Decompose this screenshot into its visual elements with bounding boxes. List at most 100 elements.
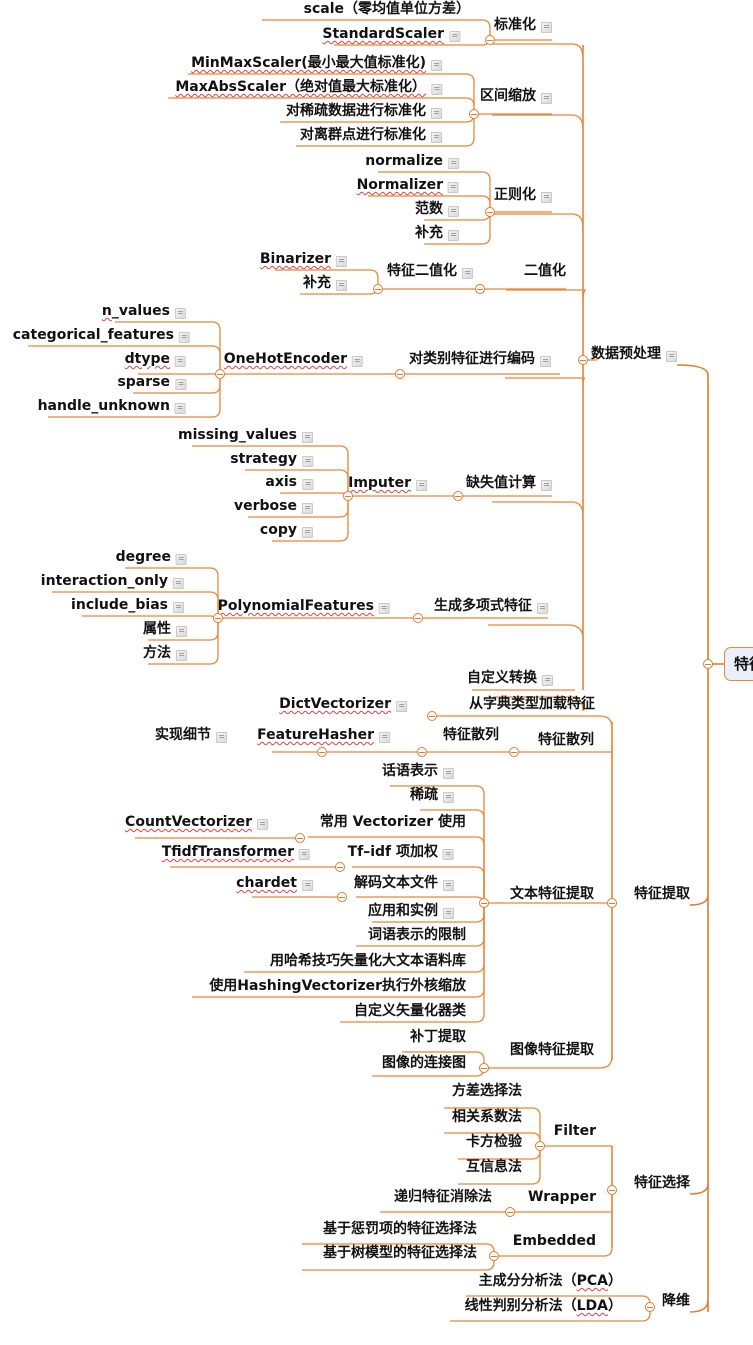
- node-onehotencoder[interactable]: OneHotEncoder: [224, 350, 363, 368]
- collapse-toggle-icon[interactable]: [413, 613, 423, 623]
- leaf-rfe[interactable]: 递归特征消除法: [394, 1188, 492, 1206]
- leaf-tfidftransformer[interactable]: TfidfTransformer: [162, 843, 310, 861]
- note-icon[interactable]: [175, 402, 186, 414]
- leaf-variance[interactable]: 方差选择法: [452, 1082, 522, 1100]
- node-filter[interactable]: Filter: [554, 1122, 596, 1140]
- leaf-interaction-only[interactable]: interaction_only: [41, 572, 184, 590]
- node-dictvectorizer[interactable]: DictVectorizer: [279, 695, 407, 713]
- note-icon[interactable]: [541, 21, 552, 33]
- note-icon[interactable]: [443, 848, 454, 860]
- leaf-outlier-std[interactable]: 对离群点进行标准化: [300, 126, 442, 144]
- leaf-tree[interactable]: 基于树模型的特征选择法: [323, 1244, 477, 1262]
- leaf-maxabsscaler[interactable]: MaxAbsScaler（绝对值最大标准化）: [175, 78, 442, 96]
- collapse-toggle-icon[interactable]: [479, 1063, 489, 1073]
- branch-dim-reduce[interactable]: 降维: [662, 1292, 690, 1310]
- collapse-toggle-icon[interactable]: [535, 1141, 545, 1151]
- leaf-sparse-std[interactable]: 对稀疏数据进行标准化: [286, 102, 442, 120]
- leaf-penalty[interactable]: 基于惩罚项的特征选择法: [323, 1220, 477, 1238]
- collapse-toggle-icon[interactable]: [645, 1302, 655, 1312]
- note-icon[interactable]: [257, 818, 268, 830]
- collapse-toggle-icon[interactable]: [607, 898, 617, 908]
- node-hashing-sub[interactable]: 特征散列: [443, 726, 499, 744]
- leaf-attributes[interactable]: 属性: [143, 620, 187, 638]
- collapse-toggle-icon[interactable]: [485, 35, 495, 45]
- leaf-strategy[interactable]: strategy: [230, 450, 313, 468]
- note-icon[interactable]: [431, 59, 442, 71]
- leaf-lda[interactable]: 线性判别分析法（LDA）: [465, 1297, 622, 1315]
- collapse-toggle-icon[interactable]: [453, 491, 463, 501]
- leaf-norm[interactable]: 范数: [415, 200, 459, 218]
- note-icon[interactable]: [541, 479, 552, 491]
- node-poly[interactable]: 生成多项式特征: [434, 597, 548, 615]
- node-text-extract[interactable]: 文本特征提取: [510, 885, 594, 903]
- node-standardize[interactable]: 标准化: [494, 16, 552, 34]
- collapse-toggle-icon[interactable]: [475, 284, 485, 294]
- leaf-normalize[interactable]: normalize: [365, 152, 459, 170]
- leaf-normalizer[interactable]: Normalizer: [357, 176, 459, 194]
- branch-feature-select[interactable]: 特征选择: [634, 1174, 690, 1192]
- leaf-include-bias[interactable]: include_bias: [71, 596, 184, 614]
- note-icon[interactable]: [448, 181, 459, 193]
- leaf-apps-examples[interactable]: 应用和实例: [368, 902, 454, 920]
- node-dict-load[interactable]: 从字典类型加载特征: [469, 695, 595, 713]
- note-icon[interactable]: [352, 355, 363, 367]
- note-icon[interactable]: [449, 30, 460, 42]
- node-impute[interactable]: 缺失值计算: [466, 474, 552, 492]
- node-range-scale[interactable]: 区间缩放: [480, 87, 552, 105]
- branch-feature-extract[interactable]: 特征提取: [634, 885, 690, 903]
- note-icon[interactable]: [541, 191, 552, 203]
- leaf-categorical-features[interactable]: categorical_features: [13, 326, 190, 344]
- collapse-toggle-icon[interactable]: [213, 613, 223, 623]
- note-icon[interactable]: [443, 879, 454, 891]
- note-icon[interactable]: [416, 479, 427, 491]
- note-icon[interactable]: [336, 255, 347, 267]
- note-icon[interactable]: [542, 674, 553, 686]
- leaf-impl-detail[interactable]: 实现细节: [155, 726, 227, 744]
- note-icon[interactable]: [431, 107, 442, 119]
- note-icon[interactable]: [179, 331, 190, 343]
- collapse-toggle-icon[interactable]: [215, 369, 225, 379]
- leaf-handle-unknown[interactable]: handle_unknown: [38, 397, 186, 415]
- note-icon[interactable]: [175, 307, 186, 319]
- node-featurehasher[interactable]: FeatureHasher: [257, 726, 390, 744]
- note-icon[interactable]: [448, 229, 459, 241]
- collapse-toggle-icon[interactable]: [607, 1185, 617, 1195]
- node-wrapper[interactable]: Wrapper: [528, 1188, 596, 1206]
- note-icon[interactable]: [396, 700, 407, 712]
- note-icon[interactable]: [540, 355, 551, 367]
- node-polynomialfeatures[interactable]: PolynomialFeatures: [218, 597, 390, 615]
- note-icon[interactable]: [431, 83, 442, 95]
- leaf-hash-trick[interactable]: 用哈希技巧矢量化大文本语料库: [270, 952, 466, 970]
- note-icon[interactable]: [541, 92, 552, 104]
- leaf-n-values[interactable]: n_values: [102, 302, 186, 320]
- note-icon[interactable]: [443, 791, 454, 803]
- note-icon[interactable]: [302, 478, 313, 490]
- leaf-limits[interactable]: 词语表示的限制: [368, 926, 466, 944]
- leaf-chi2[interactable]: 卡方检验: [466, 1133, 522, 1151]
- collapse-toggle-icon[interactable]: [295, 833, 305, 843]
- root-node[interactable]: 特征工程: [724, 647, 753, 681]
- collapse-toggle-icon[interactable]: [703, 659, 713, 669]
- collapse-toggle-icon[interactable]: [489, 1251, 499, 1261]
- leaf-image-graph[interactable]: 图像的连接图: [382, 1054, 466, 1072]
- node-imputer[interactable]: Imputer: [348, 474, 427, 492]
- node-embedded[interactable]: Embedded: [513, 1232, 596, 1250]
- note-icon[interactable]: [443, 767, 454, 779]
- leaf-tfidf[interactable]: Tf–idf 项加权: [348, 843, 454, 861]
- leaf-binarizer[interactable]: Binarizer: [260, 250, 347, 268]
- node-encode[interactable]: 对类别特征进行编码: [409, 350, 551, 368]
- note-icon[interactable]: [302, 502, 313, 514]
- note-icon[interactable]: [299, 848, 310, 860]
- note-icon[interactable]: [173, 577, 184, 589]
- leaf-copy[interactable]: copy: [260, 521, 313, 539]
- note-icon[interactable]: [302, 526, 313, 538]
- collapse-toggle-icon[interactable]: [505, 1207, 515, 1217]
- collapse-toggle-icon[interactable]: [427, 711, 437, 721]
- note-icon[interactable]: [462, 267, 473, 279]
- leaf-patch-extract[interactable]: 补丁提取: [410, 1028, 466, 1046]
- leaf-norm-supplement[interactable]: 补充: [415, 224, 459, 242]
- leaf-verbose[interactable]: verbose: [234, 497, 313, 515]
- leaf-hashingvectorizer[interactable]: 使用HashingVectorizer执行外核缩放: [209, 977, 466, 995]
- note-icon[interactable]: [448, 157, 459, 169]
- note-icon[interactable]: [302, 879, 313, 891]
